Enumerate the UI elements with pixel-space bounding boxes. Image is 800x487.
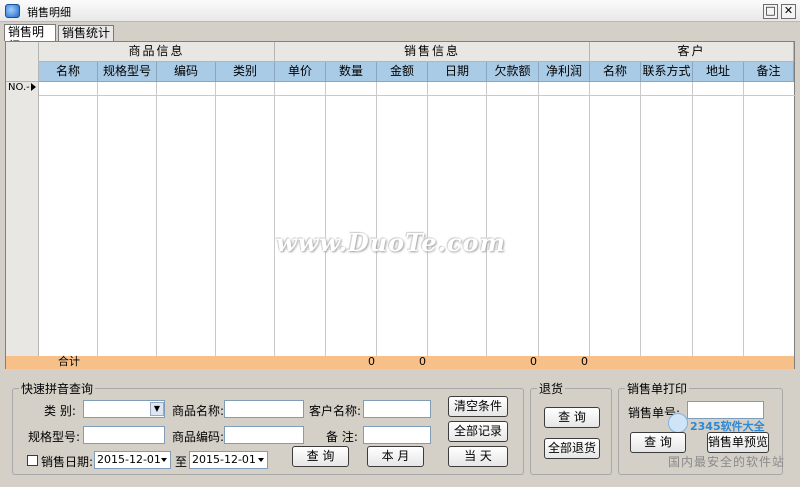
maximize-button[interactable]: □: [763, 4, 778, 19]
date-from-picker[interactable]: 2015-12-01: [94, 451, 171, 469]
date-from-value: 2015-12-01: [97, 453, 161, 466]
col-header-amount[interactable]: 金额: [377, 62, 428, 82]
total-amount: 0: [419, 355, 426, 368]
product-name-label: 商品名称:: [172, 404, 225, 418]
col-divider: [538, 82, 539, 356]
tab-sales-stats[interactable]: 销售统计: [58, 25, 114, 41]
all-returns-button[interactable]: 全部退货: [544, 438, 600, 459]
tab-sales-detail[interactable]: 销售明细: [4, 24, 56, 53]
total-label: 合计: [58, 355, 80, 368]
total-row: 合计 0 0 0 0: [6, 356, 794, 369]
total-quantity: 0: [368, 355, 375, 368]
col-header-contact[interactable]: 联系方式: [641, 62, 693, 82]
customer-name-label: 客户名称:: [309, 404, 362, 418]
close-button[interactable]: ✕: [781, 4, 796, 19]
sale-date-checkbox[interactable]: [27, 455, 38, 466]
quick-query-legend: 快速拼音查询: [21, 382, 94, 396]
product-code-input[interactable]: [224, 426, 304, 444]
col-divider: [156, 82, 157, 356]
col-divider: [376, 82, 377, 356]
remark-label: 备 注:: [326, 430, 358, 444]
total-profit: 0: [581, 355, 588, 368]
app-icon: [5, 4, 20, 18]
this-month-button[interactable]: 本 月: [367, 446, 424, 467]
col-header-name[interactable]: 名称: [39, 62, 98, 82]
col-header-category[interactable]: 类别: [216, 62, 275, 82]
window-title: 销售明细: [27, 6, 71, 19]
col-divider: [274, 82, 275, 356]
col-divider: [486, 82, 487, 356]
group-header-sales: 销售信息: [275, 42, 590, 62]
current-row-marker: NO.-: [8, 82, 39, 95]
brand-logo-icon: [668, 413, 688, 433]
site-watermark: www.DuoTe.com: [276, 228, 506, 257]
print-query-button[interactable]: 查 询: [630, 432, 686, 453]
col-header-spec[interactable]: 规格型号: [98, 62, 157, 82]
date-to-label: 至: [175, 455, 188, 469]
date-to-value: 2015-12-01: [192, 453, 256, 466]
total-debt: 0: [530, 355, 537, 368]
brand-tagline: 国内最安全的软件站: [668, 455, 786, 469]
col-header-debt[interactable]: 欠款额: [487, 62, 539, 82]
col-header-customer-name[interactable]: 名称: [590, 62, 641, 82]
order-preview-button[interactable]: 销售单预览: [707, 432, 769, 453]
today-button[interactable]: 当 天: [448, 446, 508, 467]
col-header-profit[interactable]: 净利润: [539, 62, 590, 82]
chevron-down-icon[interactable]: ▼: [150, 402, 164, 416]
returns-legend: 退货: [539, 382, 564, 396]
spec-input[interactable]: [83, 426, 165, 444]
grid-corner: [6, 42, 39, 82]
chevron-down-icon[interactable]: [258, 458, 264, 462]
col-divider: [215, 82, 216, 356]
group-header-customer: 客户: [590, 42, 794, 62]
col-header-unit-price[interactable]: 单价: [275, 62, 326, 82]
product-name-input[interactable]: [224, 400, 304, 418]
group-header-product: 商品信息: [39, 42, 275, 62]
sale-date-label: 销售日期:: [41, 455, 94, 469]
category-label: 类 别:: [44, 404, 76, 418]
order-print-legend: 销售单打印: [627, 382, 688, 396]
col-divider: [692, 82, 693, 356]
customer-name-input[interactable]: [363, 400, 431, 418]
col-header-date[interactable]: 日期: [428, 62, 487, 82]
chevron-down-icon[interactable]: [161, 458, 167, 462]
col-divider: [97, 82, 98, 356]
col-divider: [640, 82, 641, 356]
col-header-quantity[interactable]: 数量: [326, 62, 377, 82]
col-header-remark[interactable]: 备注: [744, 62, 794, 82]
query-button[interactable]: 查 询: [292, 446, 349, 467]
product-code-label: 商品编码:: [172, 430, 225, 444]
col-header-address[interactable]: 地址: [693, 62, 744, 82]
col-divider: [743, 82, 744, 356]
row-header-column: [6, 82, 39, 356]
col-divider: [427, 82, 428, 356]
order-no-input[interactable]: [687, 401, 764, 419]
date-to-picker[interactable]: 2015-12-01: [189, 451, 268, 469]
title-bar: 销售明细 □ ✕: [0, 0, 800, 22]
remark-input[interactable]: [363, 426, 431, 444]
col-header-code[interactable]: 编码: [157, 62, 216, 82]
sales-grid[interactable]: 商品信息 销售信息 客户 名称 规格型号 编码 类别 单价 数量 金额 日期 欠…: [5, 41, 796, 369]
clear-conditions-button[interactable]: 清空条件: [448, 396, 508, 417]
col-divider: [325, 82, 326, 356]
returns-query-button[interactable]: 查 询: [544, 407, 600, 428]
all-records-button[interactable]: 全部记录: [448, 421, 508, 442]
spec-label: 规格型号:: [28, 430, 81, 444]
grid-row-separator: [39, 95, 796, 96]
col-divider: [589, 82, 590, 356]
